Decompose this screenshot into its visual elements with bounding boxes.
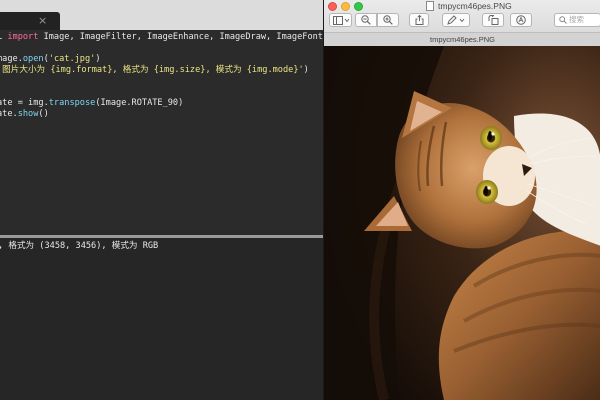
editor-tab[interactable]: × [0, 12, 60, 30]
zoom-out-icon [361, 15, 371, 25]
code-keyword: import [7, 32, 39, 42]
code-editor-window: × L import Image, ImageFilter, ImageEnha… [0, 0, 323, 400]
code-string: 'cat.jpg' [48, 54, 96, 64]
code-text: ) [303, 65, 309, 75]
code-line: L import Image, ImageFilter, ImageEnhanc… [0, 31, 323, 43]
annotate-icon [516, 15, 526, 25]
code-text: ate = img. [0, 98, 49, 108]
code-text: (Image.ROTATE_90) [95, 98, 184, 108]
output-panel[interactable]: , 格式为 (3458, 3456), 模式为 RGB [0, 238, 323, 400]
minimize-window-button[interactable] [341, 2, 350, 11]
code-function: transpose [48, 98, 96, 108]
code-line: ate.show() [0, 108, 49, 120]
markup-button[interactable] [442, 13, 470, 27]
document-tab-bar: tmpycm46pes.PNG [324, 32, 600, 46]
code-text: ate. [0, 109, 18, 119]
code-string: '图片大小为 {img.format}, 格式为 {img.size}, 模式为… [0, 65, 304, 75]
document-icon [426, 1, 434, 11]
editor-tab-bar: × [0, 0, 323, 30]
code-text: () [38, 109, 49, 119]
sidebar-toggle-button[interactable] [329, 13, 352, 27]
close-window-button[interactable] [328, 2, 337, 11]
zoom-window-button[interactable] [354, 2, 363, 11]
zoom-in-button[interactable] [377, 13, 399, 27]
code-area[interactable]: L import Image, ImageFilter, ImageEnhanc… [0, 30, 323, 235]
code-text: mage. [0, 54, 23, 64]
sidebar-icon [332, 15, 349, 25]
output-line: , 格式为 (3458, 3456), 模式为 RGB [0, 241, 159, 251]
code-line: '图片大小为 {img.format}, 格式为 {img.size}, 模式为… [0, 64, 309, 76]
cat-photo [324, 46, 600, 400]
search-icon [559, 16, 567, 24]
code-text: ) [95, 54, 101, 64]
markup-pen-icon [447, 15, 465, 25]
rotate-button[interactable] [482, 13, 504, 27]
desktop: × L import Image, ImageFilter, ImageEnha… [0, 0, 600, 400]
document-tab[interactable]: tmpycm46pes.PNG [324, 33, 600, 46]
share-icon [415, 15, 423, 25]
rotate-icon [488, 15, 498, 25]
window-title: tmpycm46pes.PNG [438, 1, 512, 11]
preview-window: tmpycm46pes.PNG 搜索 tmpycm46pes.PNG [323, 0, 600, 400]
share-button[interactable] [409, 13, 429, 27]
annotate-button[interactable] [510, 13, 532, 27]
search-placeholder: 搜索 [569, 15, 584, 24]
search-field[interactable]: 搜索 [554, 13, 600, 27]
code-function: show [17, 109, 39, 119]
code-function: open [22, 54, 44, 64]
zoom-out-button[interactable] [355, 13, 377, 27]
image-canvas[interactable] [324, 46, 600, 400]
zoom-in-icon [383, 15, 393, 25]
tab-close-icon[interactable]: × [38, 13, 47, 29]
code-text: Image, ImageFilter, ImageEnhance, ImageD… [38, 32, 323, 42]
title-bar: tmpycm46pes.PNG 搜索 tmpycm46pes.PNG [324, 0, 600, 46]
